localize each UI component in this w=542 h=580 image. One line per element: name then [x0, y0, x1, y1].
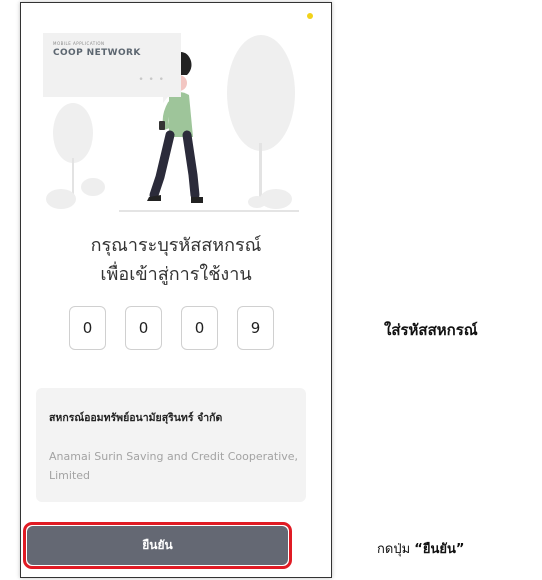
bubble-subtitle: MOBILE APPLICATION: [53, 41, 105, 46]
pin-digit-4[interactable]: 9: [237, 306, 274, 350]
page-title-line2: เพื่อเข้าสู่การใช้งาน: [100, 264, 252, 285]
tree-large: [227, 35, 295, 151]
phone-screen: MOBILE APPLICATION COOP NETWORK • • • กร…: [20, 2, 332, 578]
page-title: กรุณาระบุรหัสสหกรณ์ เพื่อเข้าสู่การใช้งา…: [21, 231, 331, 289]
press-prefix: กดปุ่ม: [377, 542, 415, 557]
enter-code-instruction: ใส่รหัสสหกรณ์: [384, 321, 478, 339]
bubble-dots: • • •: [138, 75, 165, 85]
pin-digit-2[interactable]: 0: [125, 306, 162, 350]
press-button-name: “ยืนยัน”: [414, 542, 465, 557]
bubble-title: COOP NETWORK: [53, 48, 141, 58]
coop-name-english: Anamai Surin Saving and Credit Cooperati…: [49, 450, 299, 482]
coop-info-card: สหกรณ์ออมทรัพย์อนามัยสุรินทร์ จำกัด Anam…: [36, 388, 306, 502]
confirm-button[interactable]: ยืนยัน: [27, 526, 288, 565]
coop-name-thai: สหกรณ์ออมทรัพย์อนามัยสุรินทร์ จำกัด: [49, 412, 223, 424]
coop-code-input: 0 0 0 9: [69, 306, 285, 352]
pin-digit-3[interactable]: 0: [181, 306, 218, 350]
press-button-instruction: กดปุ่ม “ยืนยัน”: [377, 538, 464, 559]
bubble-tail: [163, 93, 171, 103]
pin-digit-1[interactable]: 0: [69, 306, 106, 350]
app-name-bubble: MOBILE APPLICATION COOP NETWORK • • •: [43, 33, 181, 97]
page-title-line1: กรุณาระบุรหัสสหกรณ์: [90, 235, 262, 256]
tree-small: [53, 103, 93, 163]
